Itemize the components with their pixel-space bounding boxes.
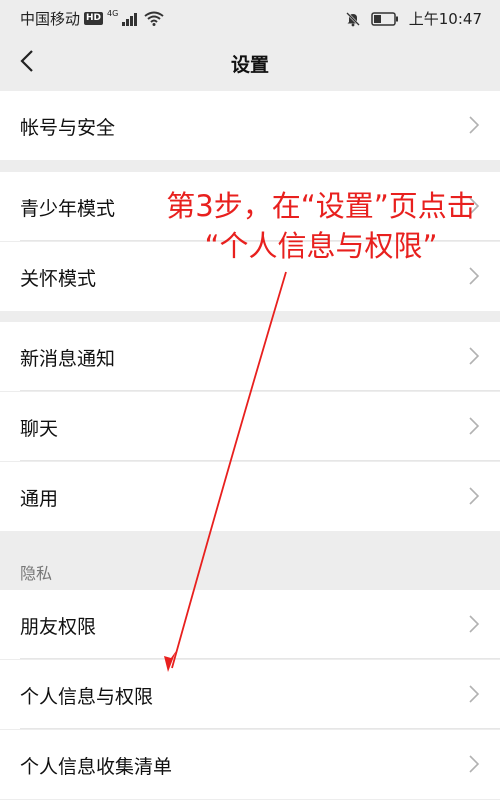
chevron-right-icon: [469, 267, 480, 285]
divider: [20, 460, 500, 461]
chevron-right-icon: [469, 417, 480, 435]
settings-row-personal-info-collection-list[interactable]: 个人信息收集清单: [0, 730, 500, 799]
chevron-right-icon: [469, 487, 480, 505]
hd-badge: HD: [84, 12, 104, 25]
row-label: 帐号与安全: [20, 117, 116, 139]
row-label: 个人信息与权限: [20, 686, 154, 708]
carrier-name: 中国移动: [20, 10, 81, 28]
divider: [20, 728, 500, 729]
chevron-right-icon: [469, 615, 480, 633]
divider: [20, 658, 500, 659]
settings-row-personal-info-permissions[interactable]: 个人信息与权限: [0, 660, 500, 729]
annotation-line-2: “个人信息与权限”: [204, 229, 438, 263]
nav-bar: 设置: [0, 34, 500, 90]
settings-row-general[interactable]: 通用: [0, 462, 500, 531]
row-label: 聊天: [20, 418, 59, 440]
chevron-right-icon: [469, 116, 480, 134]
row-label: 个人信息收集清单: [20, 756, 173, 778]
wifi-icon: [144, 11, 164, 26]
page-title: 设置: [230, 54, 269, 76]
settings-row-account-security[interactable]: 帐号与安全: [0, 91, 500, 160]
chevron-right-icon: [469, 755, 480, 773]
status-right: 上午10:47: [345, 8, 482, 29]
network-type: 4G: [107, 9, 119, 18]
battery-icon: [371, 11, 399, 26]
bell-off-icon: [345, 11, 361, 27]
status-left: 中国移动 HD 4G: [20, 8, 164, 29]
clock: 上午10:47: [408, 10, 482, 28]
row-label: 朋友权限: [20, 616, 97, 638]
chevron-right-icon: [469, 685, 480, 703]
row-label: 通用: [20, 488, 59, 510]
divider: [20, 390, 500, 391]
row-label: 青少年模式: [20, 198, 116, 220]
status-bar: 中国移动 HD 4G 上午10:47: [0, 0, 500, 34]
chevron-right-icon: [469, 347, 480, 365]
settings-row-chat[interactable]: 聊天: [0, 392, 500, 461]
settings-row-new-message-notification[interactable]: 新消息通知: [0, 322, 500, 391]
section-header-privacy: 隐私: [20, 564, 53, 583]
annotation-line-1: 第3步，在“设置”页点击: [166, 189, 476, 223]
tutorial-annotation: 第3步，在“设置”页点击 “个人信息与权限”: [136, 186, 500, 266]
row-label: 关怀模式: [20, 268, 97, 290]
settings-row-friend-permissions[interactable]: 朋友权限: [0, 590, 500, 659]
signal-icon: [122, 12, 140, 26]
row-label: 新消息通知: [20, 348, 116, 370]
